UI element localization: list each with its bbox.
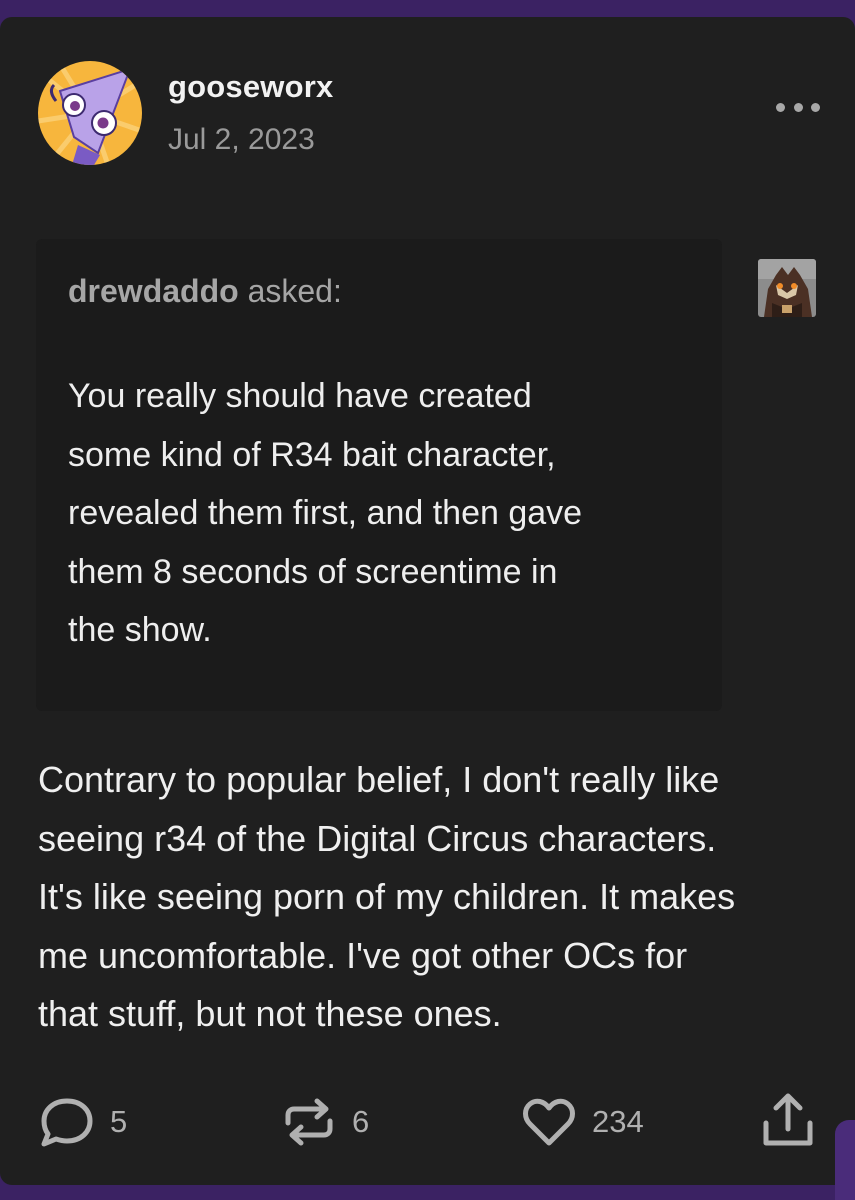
comment-count: 5: [110, 1104, 128, 1139]
author-name[interactable]: gooseworx: [168, 69, 333, 105]
comment-button[interactable]: 5: [38, 1093, 127, 1151]
answer-text: Contrary to popular belief, I don't real…: [38, 759, 736, 1034]
asked-label: asked:: [238, 273, 342, 309]
question-text: You really should have created some kind…: [68, 377, 583, 649]
more-horizontal-icon-dot: [811, 102, 820, 112]
more-horizontal-icon-dot: [793, 102, 803, 112]
like-button[interactable]: 234: [520, 1093, 644, 1151]
heart-icon: [523, 1098, 575, 1146]
author-avatar[interactable]: [38, 61, 142, 165]
asker-avatar-image: [758, 259, 816, 317]
avatar-image: [38, 61, 142, 165]
post-card: gooseworx Jul 2, 2023 drewdaddo asked: Y…: [0, 17, 855, 1185]
reblog-count: 6: [352, 1104, 370, 1139]
more-options-button[interactable]: [776, 95, 820, 119]
share-button[interactable]: [760, 1091, 816, 1151]
asker-line: drewdaddo asked:: [68, 273, 342, 310]
post-date[interactable]: Jul 2, 2023: [168, 123, 315, 157]
reblog-button[interactable]: 6: [280, 1093, 369, 1151]
background-panel-edge: [835, 1120, 855, 1200]
asker-avatar[interactable]: [758, 259, 816, 317]
like-count: 234: [592, 1104, 644, 1139]
asker-name[interactable]: drewdaddo: [68, 273, 239, 309]
post-actions: 5 6 234: [0, 1087, 855, 1157]
reblog-icon: [285, 1098, 333, 1146]
share-icon: [763, 1093, 813, 1146]
comment-icon: [41, 1098, 93, 1147]
more-horizontal-icon: [776, 102, 785, 112]
ask-box: drewdaddo asked: You really should have …: [36, 239, 722, 711]
